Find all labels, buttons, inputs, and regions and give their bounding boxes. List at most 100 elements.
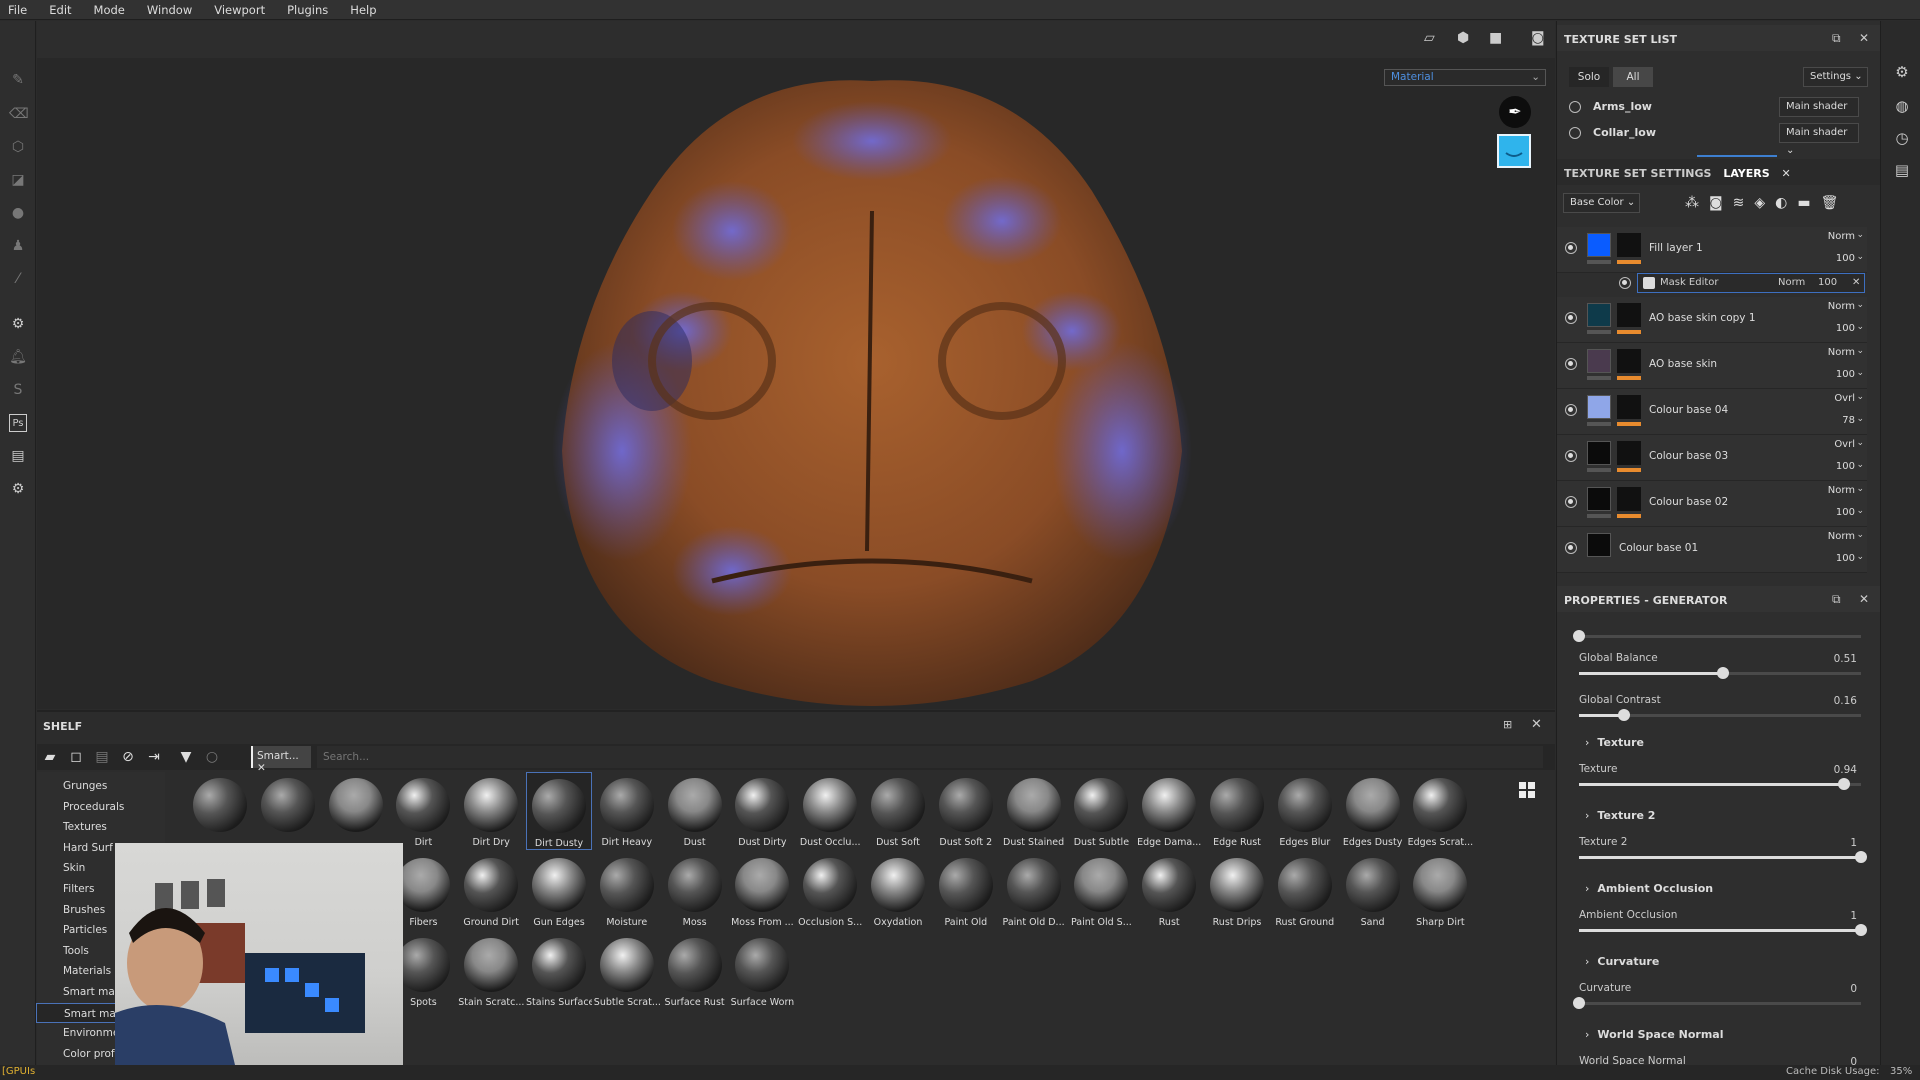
opacity-dropdown[interactable]: 100 [1836, 507, 1855, 518]
notification-bell-icon[interactable]: 🔔︎ [9, 348, 27, 366]
slider-handle[interactable] [1855, 851, 1867, 863]
shelf-item[interactable]: Sharp Dirt [1407, 852, 1473, 930]
shelf-item[interactable] [187, 772, 253, 850]
undock-icon[interactable]: ⧉ [1832, 31, 1841, 46]
close-icon[interactable]: ✕ [1859, 31, 1869, 45]
mask-opacity-dropdown[interactable]: 100 [1818, 274, 1837, 292]
shelf-item[interactable]: Moss From ... [729, 852, 795, 930]
polygon-fill-icon[interactable]: ◪ [9, 171, 27, 189]
layer-row[interactable]: Colour base 04 Ovrl ⌄ 78 ⌄ [1557, 389, 1867, 435]
opacity-dropdown[interactable]: 100 [1836, 323, 1855, 334]
blend-mode-dropdown[interactable]: Ovrl [1834, 393, 1855, 404]
clone-stamp-icon[interactable]: ♟ [9, 237, 27, 255]
shelf-item[interactable]: Moss [662, 852, 728, 930]
close-icon[interactable]: ✕ [1859, 592, 1869, 606]
grid-view-icon[interactable] [1519, 782, 1535, 798]
shelf-item[interactable]: Dirt [390, 772, 456, 850]
layer-row[interactable]: Colour base 02 Norm ⌄ 100 ⌄ [1557, 481, 1867, 527]
3d-viewport[interactable]: ▱ ⬢ ■ ◙ Material ⌄ ✒ [37, 21, 1555, 709]
property-slider[interactable] [1579, 851, 1867, 863]
smile-shelf-icon[interactable] [1497, 134, 1531, 168]
slider-handle[interactable] [1618, 709, 1631, 721]
property-slider[interactable] [1579, 709, 1861, 721]
visibility-toggle[interactable] [1619, 277, 1631, 289]
menu-help[interactable]: Help [350, 3, 376, 17]
opacity-dropdown[interactable]: 100 [1836, 369, 1855, 380]
shelf-item[interactable]: Edges Scrat... [1407, 772, 1473, 850]
shelf-item[interactable]: Dust [662, 772, 728, 850]
video-camera-icon[interactable]: ■ [1489, 30, 1509, 46]
property-slider[interactable] [1579, 667, 1861, 679]
shader-dropdown[interactable]: Main shader ⌄ [1779, 123, 1859, 156]
shelf-item[interactable]: Edge Rust [1204, 772, 1270, 850]
viewport-mode-select[interactable]: Material ⌄ [1384, 69, 1546, 86]
shelf-item[interactable]: Dust Subtle [1068, 772, 1134, 850]
shelf-item[interactable]: Dust Soft 2 [933, 772, 999, 850]
paint-brush-icon[interactable]: ✎ [9, 71, 27, 89]
menu-window[interactable]: Window [147, 3, 192, 17]
property-section-header[interactable]: › Curvature [1585, 955, 1659, 968]
opacity-dropdown[interactable]: 78 [1842, 415, 1855, 426]
shelf-item[interactable]: Rust Ground [1272, 852, 1338, 930]
shelf-item[interactable]: Paint Old D... [1001, 852, 1067, 930]
shelf-category[interactable]: Procedurals [63, 797, 173, 817]
blend-mode-dropdown[interactable]: Norm [1828, 347, 1855, 358]
shelf-item[interactable]: Oxydation [865, 852, 931, 930]
add-layer-icon[interactable]: ≋ [1733, 195, 1755, 211]
menu-plugins[interactable]: Plugins [287, 3, 328, 17]
shelf-item[interactable]: Dirt Dusty [526, 772, 592, 850]
blend-mode-dropdown[interactable]: Norm [1828, 485, 1855, 496]
layer-row[interactable]: AO base skin Norm ⌄ 100 ⌄ [1557, 343, 1867, 389]
shelf-item[interactable]: Stain Scratc... [458, 932, 524, 1010]
property-slider[interactable] [1579, 924, 1867, 936]
property-value[interactable]: 1 [1850, 837, 1857, 849]
property-value[interactable]: 0 [1850, 983, 1857, 995]
filter-icon[interactable]: ▼ [177, 748, 195, 766]
undock-icon[interactable]: ⊞ [1503, 718, 1512, 731]
solo-button[interactable]: Solo [1569, 67, 1609, 87]
mask-blend-dropdown[interactable]: Norm [1778, 274, 1805, 292]
add-effect-icon[interactable]: ⁂ [1685, 195, 1709, 211]
property-slider[interactable] [1573, 997, 1861, 1009]
display-settings-icon[interactable]: ⚙ [1893, 63, 1911, 81]
visibility-toggle[interactable] [1565, 542, 1577, 554]
shelf-item[interactable]: Dust Occlu... [797, 772, 863, 850]
menu-edit[interactable]: Edit [49, 3, 71, 17]
shelf-item[interactable]: Gun Edges [526, 852, 592, 930]
add-folder-icon[interactable]: ▬ [1797, 195, 1820, 211]
shelf-item[interactable]: Rust [1136, 852, 1202, 930]
shelf-item[interactable]: Moisture [594, 852, 660, 930]
hide-icon[interactable]: ⊘ [119, 748, 137, 766]
shelf-item[interactable]: Subtle Scrat... [594, 932, 660, 1010]
shelf-category[interactable]: Grunges [63, 776, 173, 796]
delete-icon[interactable]: 🗑︎ [1821, 195, 1849, 211]
shelf-item[interactable]: Stains Surface [526, 932, 592, 1010]
shelf-item[interactable] [323, 772, 389, 850]
log-icon[interactable]: ▤ [1893, 161, 1911, 179]
shelf-item[interactable]: Edges Blur [1272, 772, 1338, 850]
texture-set-radio[interactable] [1569, 101, 1581, 113]
shelf-item[interactable]: Surface Worn [729, 932, 795, 1010]
settings-dropdown[interactable]: Settings ⌄ [1803, 67, 1868, 87]
layer-row[interactable]: Colour base 01 Norm ⌄ 100 ⌄ [1557, 527, 1867, 573]
blend-mode-dropdown[interactable]: Norm [1828, 301, 1855, 312]
visibility-toggle[interactable] [1565, 312, 1577, 324]
shader-settings-icon[interactable]: ◍ [1893, 97, 1911, 115]
visibility-toggle[interactable] [1565, 404, 1577, 416]
bake-document-icon[interactable]: ▤ [9, 447, 27, 465]
slider-handle[interactable] [1573, 997, 1585, 1009]
close-icon[interactable]: ✕ [1531, 717, 1542, 732]
slider-handle[interactable] [1716, 667, 1729, 679]
history-icon[interactable]: ◷ [1893, 129, 1911, 147]
texture-set-radio[interactable] [1569, 127, 1581, 139]
shelf-item[interactable]: Rust Drips [1204, 852, 1270, 930]
save-icon[interactable]: ▤ [93, 748, 111, 766]
shelf-item[interactable]: Dirt Dry [458, 772, 524, 850]
photoshop-export-icon[interactable]: Ps [9, 414, 27, 432]
shelf-item[interactable]: Edges Dusty [1340, 772, 1406, 850]
property-value[interactable]: 0.16 [1834, 695, 1857, 707]
visibility-toggle[interactable] [1565, 242, 1577, 254]
add-mask-icon[interactable]: ◙ [1709, 195, 1733, 211]
slider-handle[interactable] [1855, 924, 1867, 936]
settings-plugin-icon[interactable]: ⚙ [9, 480, 27, 498]
